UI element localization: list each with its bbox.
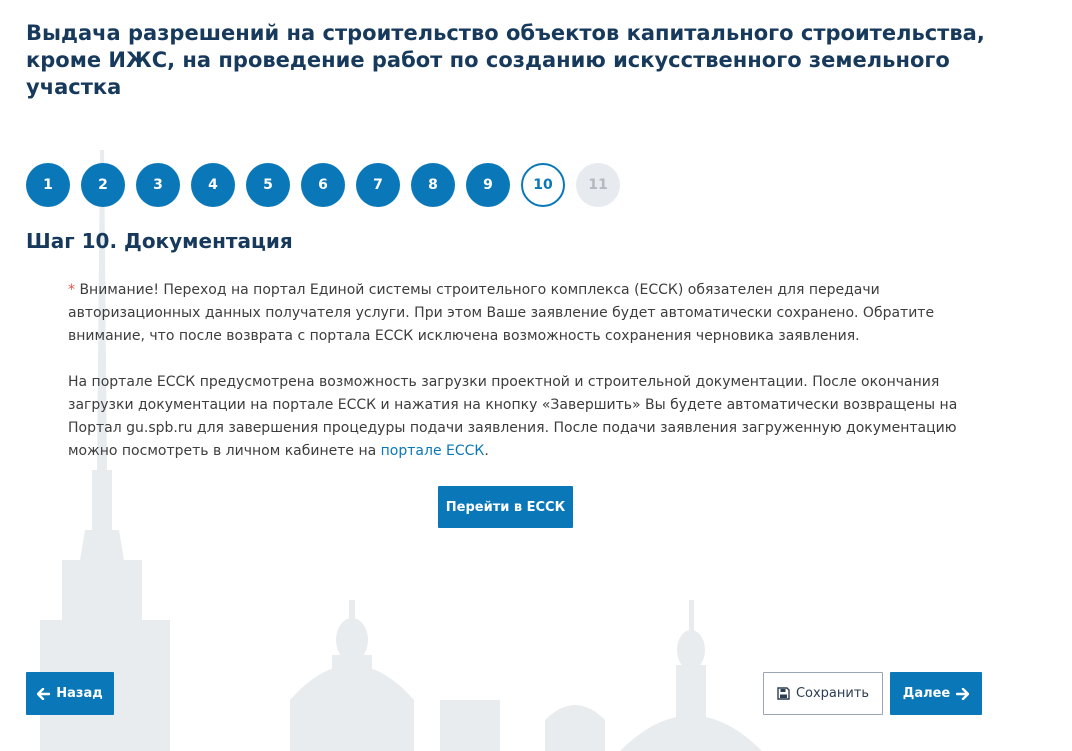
next-button[interactable]: Далее xyxy=(890,672,982,715)
arrow-right-icon xyxy=(956,687,970,700)
step-heading: Шаг 10. Документация xyxy=(26,229,293,253)
step-2[interactable]: 2 xyxy=(81,163,125,207)
floppy-disk-icon xyxy=(777,687,790,700)
notice-paragraph-2-text: На портале ЕССК предусмотрена возможност… xyxy=(68,374,958,459)
page-title: Выдача разрешений на строительство объек… xyxy=(26,21,985,99)
back-label: Назад xyxy=(56,686,103,701)
step-1[interactable]: 1 xyxy=(26,163,70,207)
notice-paragraph-2: На портале ЕССК предусмотрена возможност… xyxy=(68,371,958,463)
back-button[interactable]: Назад xyxy=(26,672,114,715)
step-6[interactable]: 6 xyxy=(301,163,345,207)
step-4[interactable]: 4 xyxy=(191,163,235,207)
step-7[interactable]: 7 xyxy=(356,163,400,207)
go-to-essk-button[interactable]: Перейти в ЕССК xyxy=(438,486,573,528)
page: Выдача разрешений на строительство объек… xyxy=(0,0,1072,751)
notice-paragraph-1-text: Внимание! Переход на портал Единой систе… xyxy=(68,282,935,344)
step-10-current[interactable]: 10 xyxy=(521,163,565,207)
step-9[interactable]: 9 xyxy=(466,163,510,207)
step-8[interactable]: 8 xyxy=(411,163,455,207)
save-label: Сохранить xyxy=(795,686,870,701)
go-to-essk-label: Перейти в ЕССК xyxy=(445,499,566,515)
step-5[interactable]: 5 xyxy=(246,163,290,207)
notice-paragraph-2-end: . xyxy=(484,443,489,459)
notice-paragraph-1: * Внимание! Переход на портал Единой сис… xyxy=(68,279,958,348)
notice-block: * Внимание! Переход на портал Единой сис… xyxy=(68,279,958,463)
stepper: 1 2 3 4 5 6 7 8 9 10 11 xyxy=(26,163,620,207)
arrow-left-icon xyxy=(37,687,51,700)
required-asterisk: * xyxy=(68,282,75,298)
step-3[interactable]: 3 xyxy=(136,163,180,207)
save-button[interactable]: Сохранить xyxy=(763,672,883,715)
step-11-disabled: 11 xyxy=(576,163,620,207)
essk-portal-link[interactable]: портале ЕССК xyxy=(381,443,485,459)
next-label: Далее xyxy=(902,686,951,701)
